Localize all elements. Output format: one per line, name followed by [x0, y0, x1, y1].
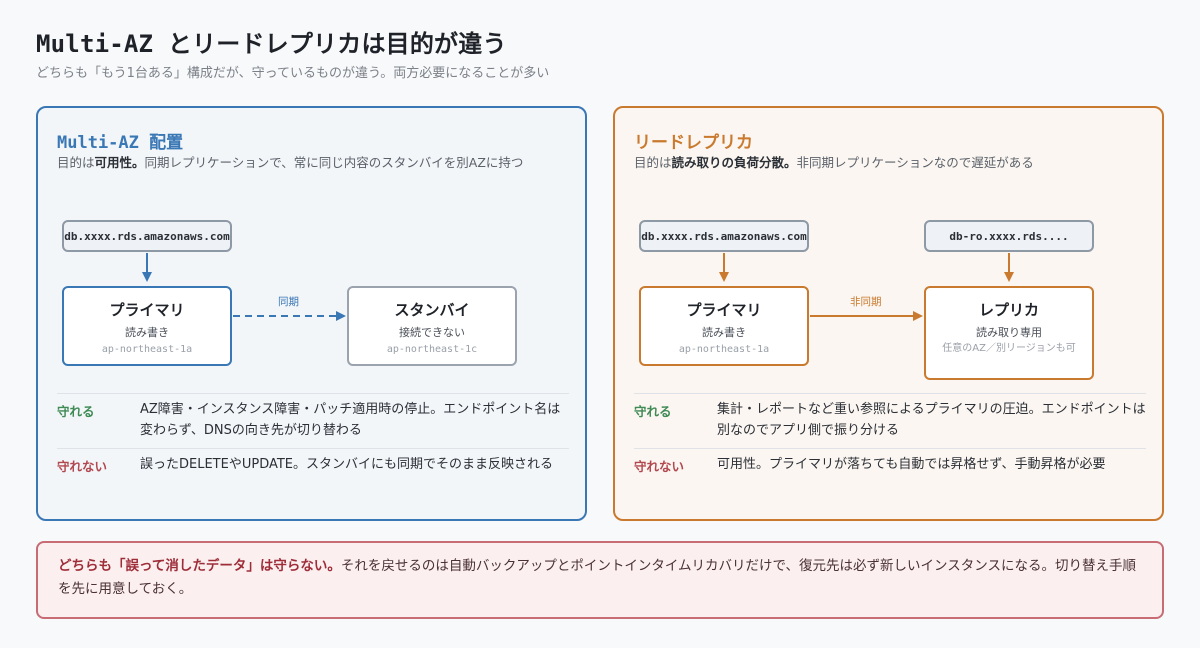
not-protects-label: 守れない — [57, 459, 108, 474]
node-az: ap-northeast-1a — [101, 344, 193, 355]
multi-az-endpoint: db.xxxx.rds.amazonaws.com — [62, 220, 232, 252]
read-replica-primary-endpoint: db.xxxx.rds.amazonaws.com — [639, 220, 809, 252]
protects-text: 集計・レポートなど重い参照によるプライマリの圧迫。エンドポイントは別なのでアプリ… — [717, 402, 1146, 438]
node-name: プライマリ — [109, 301, 185, 319]
callout-bold: どちらも「誤って消したデータ」は守らない。 — [58, 558, 341, 574]
not-protects-label: 守れない — [634, 459, 685, 474]
protects-text: AZ障害・インスタンス障害・パッチ適用時の停止。エンドポイント名は変わらず、DN… — [140, 402, 561, 438]
read-replica-panel: リードレプリカ 目的は読み取りの負荷分散。非同期レプリケーションなので遅延がある… — [613, 106, 1164, 521]
sync-label: 同期 — [278, 296, 299, 308]
node-az: ap-northeast-1c — [386, 344, 478, 355]
multi-az-standby-node: スタンバイ 接続できない ap-northeast-1c — [347, 286, 517, 366]
node-az: 任意のAZ／別リージョンも可 — [942, 343, 1076, 354]
warning-callout: どちらも「誤って消したデータ」は守らない。それを戻せるのは自動バックアップとポイ… — [36, 541, 1164, 619]
not-protects-text: 可用性。プライマリが落ちても自動では昇格せず、手動昇格が必要 — [717, 457, 1106, 472]
node-name: プライマリ — [686, 301, 762, 319]
node-az: ap-northeast-1a — [678, 344, 770, 355]
divider — [57, 393, 569, 394]
protects-label: 守れる — [634, 404, 672, 419]
not-protects-text: 誤ったDELETEやUPDATE。スタンバイにも同期でそのまま反映される — [140, 457, 554, 472]
read-replica-primary-node: プライマリ 読み書き ap-northeast-1a — [639, 286, 809, 366]
node-name: スタンバイ — [394, 301, 470, 319]
divider — [57, 448, 569, 449]
read-replica-description: 目的は読み取りの負荷分散。非同期レプリケーションなので遅延がある — [634, 155, 1034, 170]
multi-az-panel: Multi-AZ 配置 目的は可用性。同期レプリケーションで、常に同じ内容のスタ… — [36, 106, 587, 521]
divider — [634, 448, 1146, 449]
page-title: Multi-AZ とリードレプリカは目的が違う — [36, 30, 507, 58]
node-role: 接続できない — [399, 326, 465, 339]
page-subtitle: どちらも「もう1台ある」構成だが、守っているものが違う。両方必要になることが多い — [36, 66, 550, 81]
multi-az-primary-node: プライマリ 読み書き ap-northeast-1a — [62, 286, 232, 366]
node-name: レプリカ — [978, 301, 1039, 319]
read-replica-replica-endpoint: db-ro.xxxx.rds.... — [924, 220, 1094, 252]
node-role: 読み取り専用 — [976, 326, 1042, 339]
node-role: 読み書き — [702, 326, 746, 339]
divider — [634, 393, 1146, 394]
async-label: 非同期 — [850, 296, 882, 308]
protects-label: 守れる — [57, 404, 95, 419]
multi-az-description: 目的は可用性。同期レプリケーションで、常に同じ内容のスタンバイを別AZに持つ — [57, 155, 524, 170]
read-replica-title: リードレプリカ — [634, 133, 753, 153]
multi-az-title: Multi-AZ 配置 — [57, 133, 184, 153]
node-role: 読み書き — [125, 326, 169, 339]
read-replica-replica-node: レプリカ 読み取り専用 任意のAZ／別リージョンも可 — [924, 286, 1094, 380]
